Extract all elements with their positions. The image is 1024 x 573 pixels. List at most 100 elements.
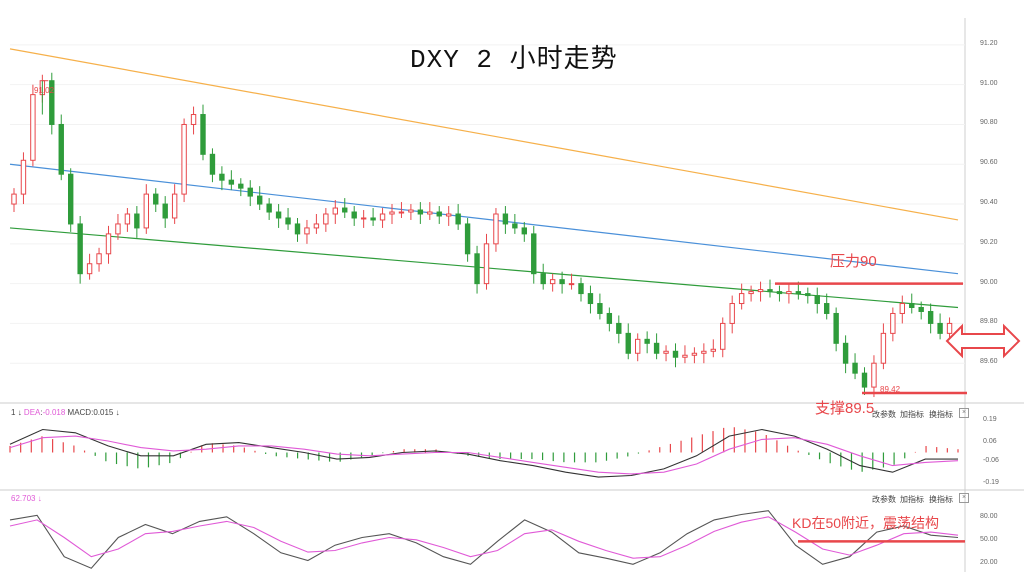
chart-canvas xyxy=(0,18,1024,572)
candle-body xyxy=(899,303,905,314)
candle-body xyxy=(257,195,263,205)
candle-body xyxy=(720,322,726,350)
candle-body xyxy=(540,273,546,285)
candle-body xyxy=(748,291,754,295)
candle-body xyxy=(105,233,112,255)
candle-body xyxy=(219,173,225,181)
chart-title: DXY 2 小时走势 xyxy=(410,45,618,75)
candle-body xyxy=(134,213,140,229)
kd-tick-label: 50.00 xyxy=(980,536,998,544)
candle-body xyxy=(446,213,452,217)
kd-tick-label: 80.00 xyxy=(980,513,998,521)
macd-value-arrow-icon: ↓ xyxy=(115,408,120,417)
macd-label: MACD xyxy=(67,408,92,417)
candle-body xyxy=(616,322,622,334)
candle-body xyxy=(549,279,556,285)
candle-body xyxy=(143,193,150,229)
candle-body xyxy=(946,322,953,334)
candle-body xyxy=(200,114,206,155)
candle-body xyxy=(427,211,433,215)
candle-body xyxy=(332,207,339,215)
candle-body xyxy=(824,303,830,314)
candle-body xyxy=(606,312,613,324)
candle-body xyxy=(682,354,688,358)
candle-body xyxy=(228,179,235,185)
candle-body xyxy=(521,227,527,235)
candle-body xyxy=(77,223,83,275)
candle-body xyxy=(209,153,216,175)
macd-tick-label: 0.19 xyxy=(983,416,997,424)
candle-body xyxy=(635,338,641,354)
candle-body xyxy=(710,348,716,352)
candle-body xyxy=(351,211,357,219)
candle-body xyxy=(644,338,650,344)
candle-body xyxy=(86,263,93,275)
candle-body xyxy=(153,193,159,205)
candle-body xyxy=(464,223,471,255)
price-panel xyxy=(9,44,1021,398)
support-label: 支撑89.5 xyxy=(815,400,875,417)
kd-close-icon[interactable]: × xyxy=(959,493,969,503)
kd-tick-label: 20.00 xyxy=(980,559,998,567)
candle-body xyxy=(417,209,424,215)
direction-arrow-icon xyxy=(945,323,1021,359)
kd-header-value: 62.703 xyxy=(11,494,36,503)
price-tick-label: 90.80 xyxy=(980,119,998,127)
candle-body xyxy=(767,289,773,293)
candle-body xyxy=(738,293,745,305)
candle-body xyxy=(729,303,735,324)
price-tick-label: 90.60 xyxy=(980,159,998,167)
kd-edit-params-button[interactable]: 改参数 xyxy=(872,494,896,505)
candle-body xyxy=(294,223,301,235)
candle-body xyxy=(805,293,811,297)
macd-header: 1 ↓ DEA:-0.018 MACD:0.015 ↓ xyxy=(11,408,120,417)
candle-body xyxy=(181,123,187,195)
candle-body xyxy=(653,342,660,354)
candle-body xyxy=(323,213,329,225)
macd-value: 0.015 xyxy=(93,408,114,417)
candle-body xyxy=(663,350,669,354)
candle-body xyxy=(937,322,943,334)
candle-body xyxy=(68,173,74,225)
macd-edit-params-button[interactable]: 改参数 xyxy=(872,409,896,420)
macd-series-line xyxy=(9,428,958,478)
candle-body xyxy=(842,342,849,364)
candle-body xyxy=(238,183,244,189)
candle-body xyxy=(379,213,386,221)
resistance-label: 压力90 xyxy=(830,253,877,270)
kd-header: 62.703 ↓ xyxy=(11,494,42,503)
candle-body xyxy=(266,203,272,213)
candle-body xyxy=(757,289,764,293)
candle-body xyxy=(918,307,924,312)
candle-body xyxy=(275,211,282,219)
macd-series-line xyxy=(9,435,959,475)
candle-body xyxy=(247,187,253,197)
candle-body xyxy=(890,312,896,334)
candle-body xyxy=(20,159,27,195)
macd-add-indicator-button[interactable]: 加指标 xyxy=(900,409,924,420)
macd-close-icon[interactable]: × xyxy=(959,408,969,418)
candle-body xyxy=(861,372,868,388)
candle-body xyxy=(389,211,395,215)
candle-body xyxy=(776,291,783,295)
dea-value: -0.018 xyxy=(42,408,66,417)
candle-body xyxy=(313,223,320,229)
candle-body xyxy=(559,279,565,285)
macd-arrow-icon: ↓ xyxy=(17,408,22,417)
candle-body xyxy=(814,295,820,305)
candle-body xyxy=(370,217,376,221)
candle-body xyxy=(285,217,291,225)
kd-add-indicator-button[interactable]: 加指标 xyxy=(900,494,924,505)
candle-body xyxy=(871,362,877,388)
candle-body xyxy=(531,233,537,275)
candle-body xyxy=(909,303,915,309)
price-tick-label: 90.20 xyxy=(980,238,998,246)
candle-body xyxy=(342,207,348,213)
kd-switch-indicator-button[interactable]: 换指标 xyxy=(929,494,953,505)
macd-switch-indicator-button[interactable]: 换指标 xyxy=(929,409,953,420)
candle-body xyxy=(512,223,518,229)
price-tick-label: 91.00 xyxy=(980,79,998,87)
candle-body xyxy=(360,217,367,220)
price-tick-label: 90.00 xyxy=(980,278,998,286)
dea-label: DEA xyxy=(23,408,41,417)
